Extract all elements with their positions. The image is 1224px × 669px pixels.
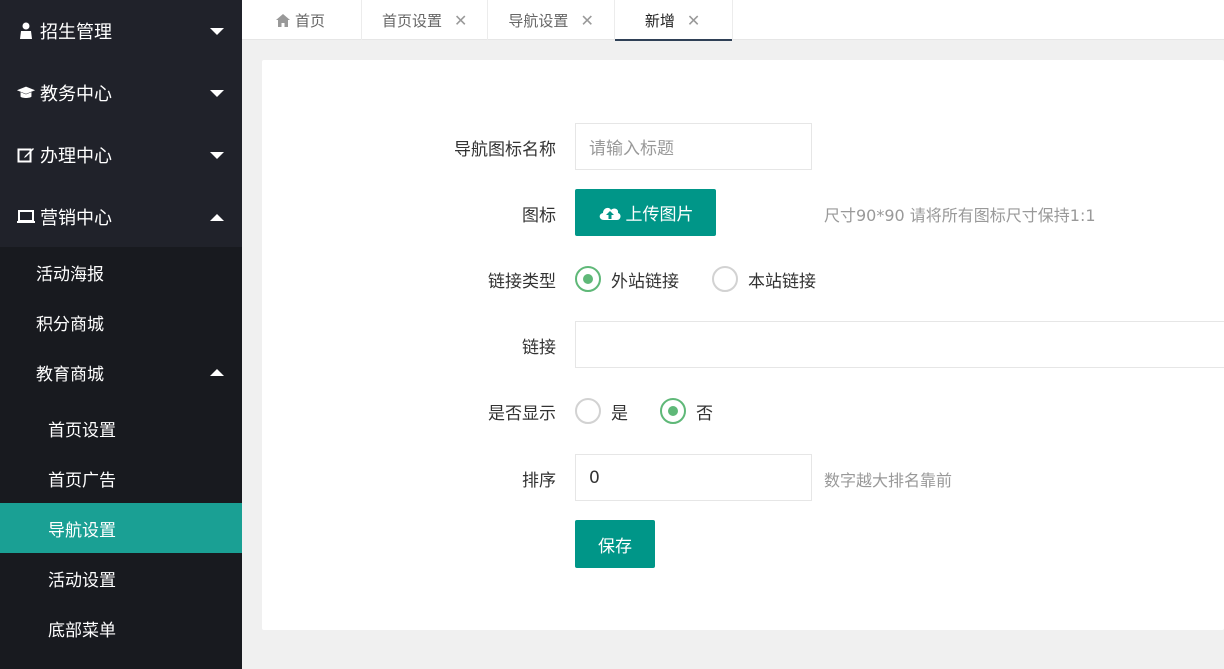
- link-type-label: 链接类型: [488, 272, 556, 292]
- marketing-submenu: 活动海报 积分商城 教育商城 首页设置 首页广告 导航设置 活动设置 底部菜单: [0, 247, 242, 669]
- menu-label: 营销中心: [40, 208, 112, 229]
- graduation-cap-icon: [16, 85, 36, 101]
- sidebar-item-bottom-menu[interactable]: 底部菜单: [0, 603, 242, 653]
- sort-label: 排序: [522, 471, 556, 491]
- upload-button-label: 上传图片: [625, 205, 694, 225]
- sidebar-item-edu-mall[interactable]: 教育商城: [0, 347, 242, 397]
- user-icon: [16, 22, 36, 40]
- sidebar-item-activity-settings[interactable]: 活动设置: [0, 553, 242, 603]
- form-card: 导航图标名称 请输入标题 图标 上传图片 尺寸90*90 请将所有图标尺寸保持1…: [262, 60, 1224, 630]
- icon-size-hint: 尺寸90*90 请将所有图标尺寸保持1:1: [824, 206, 1096, 225]
- radio-label: 本站链接: [748, 271, 816, 292]
- sub-item-label: 积分商城: [36, 314, 104, 335]
- tab-nav-settings[interactable]: 导航设置 ✕: [488, 0, 615, 40]
- tab-bar: 首页 首页设置 ✕ 导航设置 ✕ 新增 ✕: [242, 0, 1224, 41]
- laptop-icon: [16, 209, 36, 225]
- sub-item-label: 教育商城: [36, 364, 104, 385]
- show-label: 是否显示: [488, 404, 556, 424]
- radio-internal-link[interactable]: 本站链接: [712, 266, 816, 292]
- menu-label: 招生管理: [40, 22, 112, 43]
- radio-external-link[interactable]: 外站链接: [575, 266, 679, 292]
- sidebar-item-home-ads[interactable]: 首页广告: [0, 453, 242, 503]
- close-icon[interactable]: ✕: [580, 11, 593, 30]
- cloud-upload-icon: [598, 204, 622, 222]
- radio-circle: [575, 266, 601, 292]
- chevron-down-icon: [210, 151, 224, 159]
- sort-hint: 数字越大排名靠前: [824, 471, 953, 490]
- menu-academic[interactable]: 教务中心: [0, 62, 242, 124]
- sub-item-label: 活动海报: [36, 264, 104, 285]
- menu-processing[interactable]: 办理中心: [0, 124, 242, 186]
- close-icon[interactable]: ✕: [687, 11, 700, 30]
- sidebar: 招生管理 教务中心 办理中心 营销中心 活动海报 积分商城 教育商城 首页设置 …: [0, 0, 242, 669]
- radio-circle: [660, 398, 686, 424]
- nav-icon-name-label: 导航图标名称: [454, 140, 556, 160]
- sub2-item-label: 首页广告: [48, 470, 116, 491]
- sidebar-item-points-mall[interactable]: 积分商城: [0, 297, 242, 347]
- radio-circle: [712, 266, 738, 292]
- radio-label: 外站链接: [611, 271, 679, 292]
- home-icon: [276, 13, 290, 27]
- chevron-down-icon: [210, 89, 224, 97]
- tab-label: 首页设置: [382, 11, 443, 30]
- tab-home-settings[interactable]: 首页设置 ✕: [362, 0, 489, 40]
- link-input[interactable]: [575, 321, 1224, 368]
- radio-show-yes[interactable]: 是: [575, 398, 628, 424]
- sidebar-item-nav-settings[interactable]: 导航设置: [0, 503, 242, 553]
- tab-label: 新增: [644, 11, 675, 30]
- sub2-item-label: 底部菜单: [48, 620, 116, 641]
- menu-label: 教务中心: [40, 84, 112, 105]
- sidebar-item-activity-poster[interactable]: 活动海报: [0, 247, 242, 297]
- menu-label: 办理中心: [40, 146, 112, 167]
- close-icon[interactable]: ✕: [454, 11, 467, 30]
- upload-image-button[interactable]: 上传图片: [575, 189, 716, 236]
- link-label: 链接: [522, 338, 556, 358]
- tab-label: 导航设置: [508, 11, 569, 30]
- icon-label: 图标: [522, 206, 556, 226]
- chevron-up-icon: [210, 213, 224, 221]
- menu-enrollment[interactable]: 招生管理: [0, 0, 242, 62]
- edit-icon: [16, 146, 36, 164]
- sort-input[interactable]: 0: [575, 454, 812, 501]
- sub2-item-label: 首页设置: [48, 420, 116, 441]
- sub2-item-label: 导航设置: [48, 520, 116, 541]
- save-button[interactable]: 保存: [575, 520, 655, 568]
- radio-label: 否: [696, 403, 713, 424]
- tab-label: 首页: [295, 11, 326, 30]
- radio-label: 是: [611, 403, 628, 424]
- chevron-down-icon: [210, 27, 224, 35]
- tab-add-new[interactable]: 新增 ✕: [614, 0, 734, 41]
- sub2-item-label: 活动设置: [48, 570, 116, 591]
- chevron-up-icon: [210, 368, 224, 376]
- tab-home[interactable]: 首页: [242, 0, 362, 40]
- sidebar-item-home-settings[interactable]: 首页设置: [0, 403, 242, 453]
- menu-marketing[interactable]: 营销中心: [0, 186, 242, 248]
- radio-show-no[interactable]: 否: [660, 398, 713, 424]
- nav-icon-name-input[interactable]: 请输入标题: [575, 123, 812, 170]
- radio-circle: [575, 398, 601, 424]
